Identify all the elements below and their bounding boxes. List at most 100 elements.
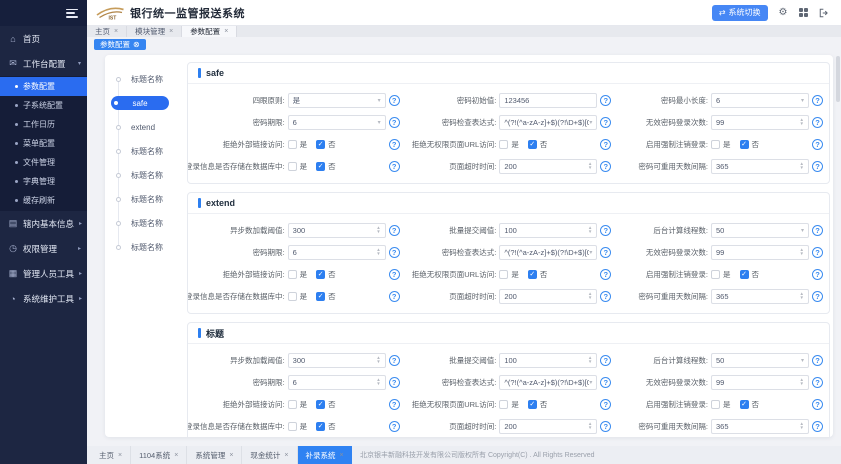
- number-input[interactable]: 200▲▼: [499, 159, 597, 174]
- help-icon[interactable]: ?: [600, 247, 611, 258]
- help-icon[interactable]: ?: [389, 161, 400, 172]
- sidebar-subitem-5[interactable]: 字典管理: [0, 172, 87, 191]
- number-input[interactable]: 100▲▼: [499, 223, 597, 238]
- checkbox-icon[interactable]: [288, 270, 297, 279]
- checkbox-checked-icon[interactable]: ✓: [528, 400, 537, 409]
- sidebar-item-permission[interactable]: ◷权限管理▸: [0, 236, 87, 261]
- checkbox-option[interactable]: ✓否: [528, 269, 548, 280]
- sidebar-item-basic-info[interactable]: ▤辖内基本信息▸: [0, 211, 87, 236]
- help-icon[interactable]: ?: [600, 421, 611, 432]
- help-icon[interactable]: ?: [389, 291, 400, 302]
- checkbox-checked-icon[interactable]: ✓: [528, 140, 537, 149]
- checkbox-icon[interactable]: [288, 292, 297, 301]
- help-icon[interactable]: ?: [600, 139, 611, 150]
- bottom-tab-1[interactable]: 1104系统×: [131, 446, 187, 464]
- checkbox-icon[interactable]: [711, 140, 720, 149]
- step-down-icon[interactable]: ▼: [800, 426, 804, 430]
- tab-1[interactable]: 模块管理×: [127, 26, 182, 37]
- anchor-item-4[interactable]: 标题名称: [105, 163, 187, 187]
- checkbox-icon[interactable]: [711, 400, 720, 409]
- sidebar-subitem-0[interactable]: 参数配置: [0, 77, 87, 96]
- checkbox-checked-icon[interactable]: ✓: [740, 270, 749, 279]
- help-icon[interactable]: ?: [812, 139, 823, 150]
- checkbox-checked-icon[interactable]: ✓: [528, 270, 537, 279]
- number-input[interactable]: 99▲▼: [711, 245, 809, 260]
- step-down-icon[interactable]: ▼: [588, 426, 592, 430]
- tab-close-icon[interactable]: ×: [114, 28, 118, 35]
- bottom-tab-4[interactable]: 补录系统×: [298, 446, 352, 464]
- checkbox-option[interactable]: 是: [288, 161, 308, 172]
- stepper-icon[interactable]: ▲▼: [800, 248, 804, 256]
- sidebar-item-workbench-config[interactable]: ✉工作台配置▾: [0, 51, 87, 76]
- tab-close-icon[interactable]: ×: [284, 452, 288, 459]
- stepper-icon[interactable]: ▲▼: [800, 422, 804, 430]
- step-down-icon[interactable]: ▼: [800, 252, 804, 256]
- step-down-icon[interactable]: ▼: [800, 382, 804, 386]
- apps-grid-icon[interactable]: [799, 8, 809, 18]
- number-input[interactable]: 100▲▼: [499, 353, 597, 368]
- tab-close-icon[interactable]: ×: [340, 452, 344, 459]
- checkbox-option[interactable]: ✓否: [740, 139, 760, 150]
- help-icon[interactable]: ?: [389, 117, 400, 128]
- step-down-icon[interactable]: ▼: [376, 382, 380, 386]
- tab-close-icon[interactable]: ×: [118, 452, 122, 459]
- chip-close-icon[interactable]: ⊗: [133, 41, 140, 49]
- step-down-icon[interactable]: ▼: [376, 230, 380, 234]
- number-input[interactable]: 99▲▼: [711, 375, 809, 390]
- number-input[interactable]: 99▲▼: [711, 115, 809, 130]
- checkbox-icon[interactable]: [288, 400, 297, 409]
- number-input[interactable]: 200▲▼: [499, 289, 597, 304]
- checkbox-icon[interactable]: [288, 140, 297, 149]
- checkbox-option[interactable]: 是: [711, 399, 731, 410]
- stepper-icon[interactable]: ▲▼: [588, 292, 592, 300]
- stepper-icon[interactable]: ▲▼: [800, 378, 804, 386]
- tab-2[interactable]: 参数配置×: [182, 26, 237, 37]
- help-icon[interactable]: ?: [389, 399, 400, 410]
- help-icon[interactable]: ?: [389, 225, 400, 236]
- number-input[interactable]: 365▲▼: [711, 419, 809, 434]
- checkbox-checked-icon[interactable]: ✓: [316, 422, 325, 431]
- checkbox-option[interactable]: 是: [288, 421, 308, 432]
- anchor-item-2[interactable]: extend: [105, 115, 187, 139]
- checkbox-option[interactable]: 是: [499, 269, 519, 280]
- stepper-icon[interactable]: ▲▼: [376, 378, 380, 386]
- step-down-icon[interactable]: ▼: [376, 252, 380, 256]
- help-icon[interactable]: ?: [812, 225, 823, 236]
- stepper-icon[interactable]: ▲▼: [800, 162, 804, 170]
- stepper-icon[interactable]: ▲▼: [588, 422, 592, 430]
- number-input[interactable]: 365▲▼: [711, 159, 809, 174]
- tab-close-icon[interactable]: ×: [169, 28, 173, 35]
- help-icon[interactable]: ?: [389, 247, 400, 258]
- help-icon[interactable]: ?: [389, 95, 400, 106]
- sidebar-item-admin-tools[interactable]: ▦管理人员工具▸: [0, 261, 87, 286]
- step-down-icon[interactable]: ▼: [588, 296, 592, 300]
- help-icon[interactable]: ?: [389, 377, 400, 388]
- stepper-icon[interactable]: ▲▼: [588, 226, 592, 234]
- select-input[interactable]: 50▾: [711, 353, 809, 368]
- checkbox-icon[interactable]: [499, 270, 508, 279]
- anchor-item-5[interactable]: 标题名称: [105, 187, 187, 211]
- help-icon[interactable]: ?: [812, 269, 823, 280]
- menu-collapse-icon[interactable]: [66, 9, 78, 18]
- checkbox-option[interactable]: ✓否: [316, 421, 336, 432]
- checkbox-option[interactable]: 是: [711, 269, 731, 280]
- help-icon[interactable]: ?: [812, 161, 823, 172]
- help-icon[interactable]: ?: [812, 399, 823, 410]
- help-icon[interactable]: ?: [389, 355, 400, 366]
- help-icon[interactable]: ?: [600, 117, 611, 128]
- anchor-item-3[interactable]: 标题名称: [105, 139, 187, 163]
- number-input[interactable]: 300▲▼: [288, 353, 386, 368]
- settings-gear-icon[interactable]: ⚙: [779, 8, 788, 18]
- checkbox-option[interactable]: ✓否: [316, 399, 336, 410]
- help-icon[interactable]: ?: [389, 269, 400, 280]
- help-icon[interactable]: ?: [812, 421, 823, 432]
- sidebar-subitem-6[interactable]: 缓存刷新: [0, 191, 87, 210]
- checkbox-option[interactable]: ✓否: [740, 269, 760, 280]
- checkbox-option[interactable]: 是: [499, 399, 519, 410]
- sidebar-subitem-4[interactable]: 文件管理: [0, 153, 87, 172]
- step-down-icon[interactable]: ▼: [800, 122, 804, 126]
- checkbox-checked-icon[interactable]: ✓: [316, 140, 325, 149]
- step-down-icon[interactable]: ▼: [588, 360, 592, 364]
- step-down-icon[interactable]: ▼: [376, 360, 380, 364]
- step-down-icon[interactable]: ▼: [800, 296, 804, 300]
